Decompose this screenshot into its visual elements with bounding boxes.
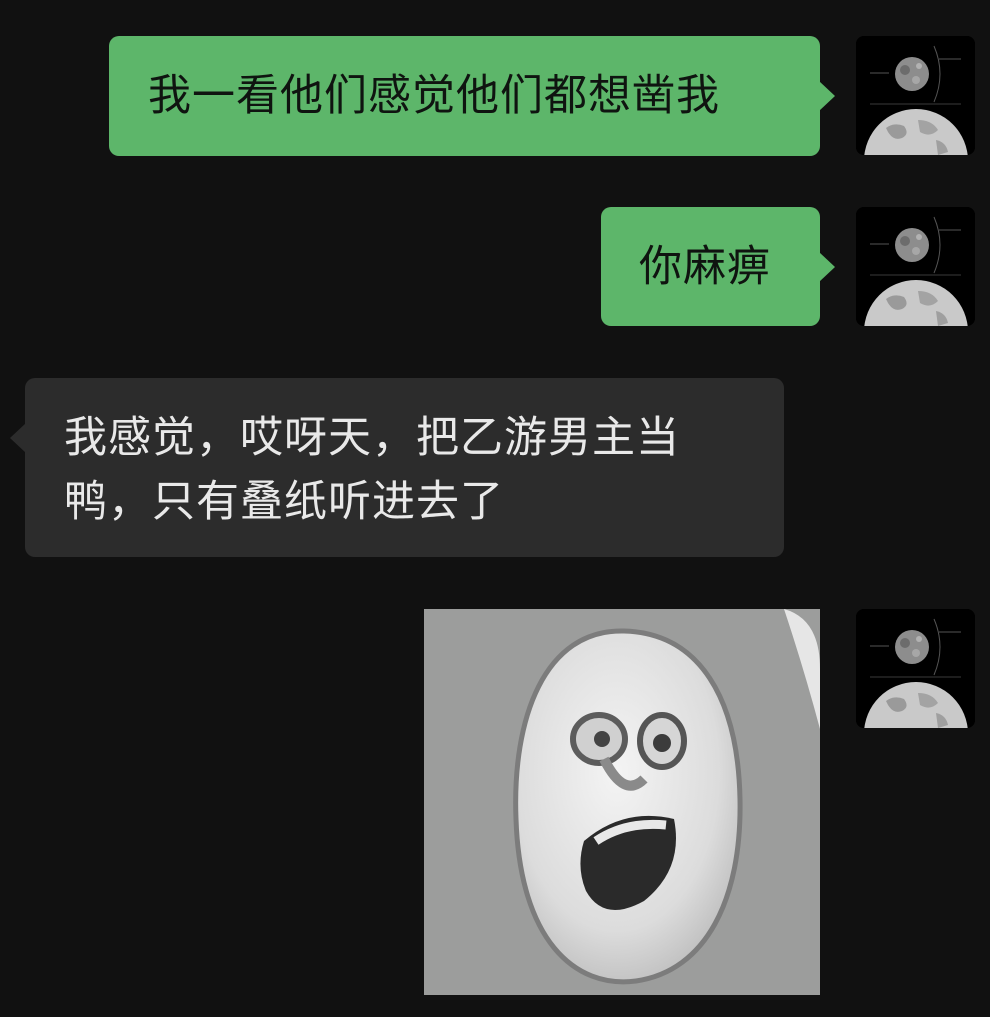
user-avatar[interactable] [856,609,975,728]
bubble-tail [819,252,835,282]
message-text: 我感觉，哎呀天，把乙游男主当鸭，只有叠纸听进去了 [64,413,680,527]
message-text: 我一看他们感觉他们都想凿我 [148,71,720,121]
bubble-tail [10,423,26,453]
bubble-tail [819,81,835,111]
user-avatar[interactable] [856,207,975,326]
moon-earth-avatar-icon [856,207,975,326]
laughing-ghost-face-sticker [424,609,820,995]
outgoing-message-bubble[interactable]: 你麻痹 [601,207,835,326]
incoming-message-bubble[interactable]: 我感觉，哎呀天，把乙游男主当鸭，只有叠纸听进去了 [10,378,784,557]
message-text: 你麻痹 [639,242,771,292]
user-avatar[interactable] [856,36,975,155]
moon-earth-avatar-icon [856,36,975,155]
outgoing-message-bubble[interactable]: 我一看他们感觉他们都想凿我 [109,36,835,156]
moon-earth-avatar-icon [856,609,975,728]
sticker-image-message[interactable] [424,609,820,995]
